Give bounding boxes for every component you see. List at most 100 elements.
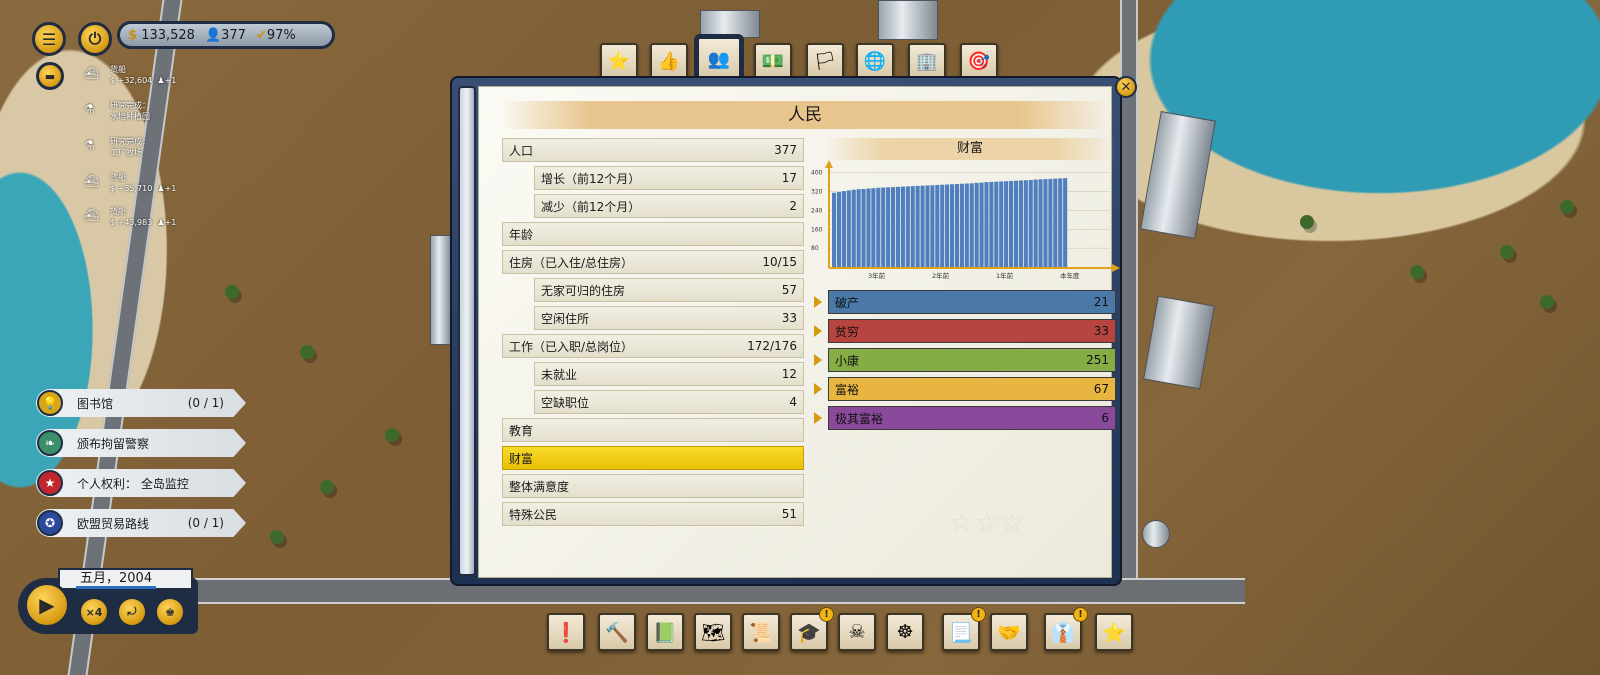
chart-ytick-label: 240 — [811, 207, 823, 214]
stat-row[interactable]: 未就业 12 — [534, 362, 804, 386]
stat-row[interactable]: 年龄 — [502, 222, 804, 246]
date-text: 五月，2004 — [80, 571, 153, 586]
stat-row[interactable]: 特殊公民 51 — [502, 502, 804, 526]
notification-toggle-button[interactable]: ▬ — [36, 62, 64, 90]
notification-item[interactable]: ⚗ 研究完成： 水培种植园 — [84, 100, 204, 122]
toolbar-messages-button[interactable]: 📃! — [942, 607, 986, 651]
notification-item[interactable]: ⛴ 货船 $ +43,983 ♟+1 — [84, 206, 204, 228]
stat-label: 未就业 — [541, 367, 578, 382]
toolbar-map-button[interactable]: 🗺 — [694, 613, 732, 651]
tab-buildings[interactable]: 🏢 — [908, 43, 946, 79]
wealth-chart: 80 160 240 320 400 3年前 2年前 1年前 本年度 — [811, 160, 1120, 280]
advisor-button[interactable]: ♚ — [154, 596, 186, 628]
stat-value: 10/15 — [762, 255, 797, 269]
menu-icon: ☰ — [41, 29, 57, 49]
population-stat: 👤377 — [205, 28, 246, 43]
stat-row[interactable]: 空缺职位 4 — [534, 390, 804, 414]
tab-foreign[interactable]: 🌐 — [856, 43, 894, 79]
stat-row[interactable]: 无家可归的住房 57 — [534, 278, 804, 302]
chart-xtick-label: 2年前 — [932, 271, 950, 280]
class-expand-icon[interactable] — [814, 383, 822, 395]
notification-title: 研究完成： — [110, 101, 150, 110]
class-expand-icon[interactable] — [814, 354, 822, 366]
class-expand-icon[interactable] — [814, 412, 822, 424]
stat-value: 33 — [781, 311, 797, 325]
toolbar-trade-button[interactable]: ☸ — [886, 613, 924, 651]
stat-row[interactable]: 工作（已入职/总岗位） 172/176 — [502, 334, 804, 358]
stat-row[interactable]: 人口 377 — [502, 138, 804, 162]
chart-bar — [969, 183, 974, 267]
scroll-icon: 📜 — [749, 621, 773, 644]
stat-row[interactable]: 教育 — [502, 418, 804, 442]
tab-nation[interactable]: 🏳 — [806, 43, 844, 79]
toolbar-palace-button[interactable]: ⭐ — [1095, 613, 1133, 651]
chart-bar — [1048, 178, 1053, 267]
stat-value: 4 — [789, 395, 797, 409]
chart-bar — [950, 184, 955, 267]
wealth-class-value: 251 — [1086, 353, 1109, 367]
toolbar-construction-button[interactable]: 🔨 — [598, 613, 636, 651]
toolbar-diplomacy-button[interactable]: 🤝 — [990, 613, 1028, 651]
toolbar-almanac-button[interactable]: 📗 — [646, 613, 684, 651]
toolbar-ministry-button[interactable]: 👔! — [1044, 607, 1088, 651]
stat-row[interactable]: 增长（前12个月） 17 — [534, 166, 804, 190]
chart-xtick-labels: 3年前 2年前 1年前 本年度 — [868, 271, 1080, 280]
close-button[interactable]: ✕ — [1115, 76, 1137, 98]
wealth-class-rich[interactable]: 富裕 67 — [828, 377, 1116, 401]
stat-row[interactable]: 减少（前12个月） 2 — [534, 194, 804, 218]
notification-detail: $ +35,710 — [110, 184, 153, 193]
objective-count: (0 / 1) — [187, 396, 224, 410]
tab-politics[interactable]: ⭐ — [600, 43, 638, 79]
flag-icon: 🏳 — [813, 50, 837, 72]
objective-library[interactable]: 💡 图书馆 (0 / 1) — [36, 389, 246, 417]
power-button[interactable]: ⏻ — [78, 22, 112, 56]
wealth-class-bankrupt[interactable]: 破产 21 — [828, 290, 1116, 314]
stat-row[interactable]: 整体满意度 — [502, 474, 804, 498]
tab-economy[interactable]: 💵 — [754, 43, 792, 79]
chart-bar — [1023, 180, 1028, 267]
class-expand-icon[interactable] — [814, 325, 822, 337]
wealth-class-very-rich[interactable]: 极其富裕 6 — [828, 406, 1116, 430]
toolbar-pirate-button[interactable]: ☠ — [838, 613, 876, 651]
chart-bar — [856, 189, 861, 267]
objective-surveillance[interactable]: ★ 个人权利： 全岛监控 — [36, 469, 246, 497]
objective-eu-trade[interactable]: ✪ 欧盟贸易路线 (0 / 1) — [36, 509, 246, 537]
stat-row-selected[interactable]: 财富 — [502, 446, 804, 470]
menu-button[interactable]: ☰ — [32, 22, 66, 56]
notification-item[interactable]: ⛴ 货船 $ +35,710 ♟+1 — [84, 172, 204, 194]
ship-icon: ⛴ — [84, 66, 100, 80]
toolbar-alerts-button[interactable]: ❗ — [547, 613, 585, 651]
wealth-class-poor[interactable]: 贫穷 33 — [828, 319, 1116, 343]
tab-factions[interactable]: 👍 — [650, 43, 688, 79]
stat-row[interactable]: 住房（已入住/总住房） 10/15 — [502, 250, 804, 274]
speed-button[interactable]: ×4 — [78, 596, 110, 628]
objective-police[interactable]: ❧ 颁布拘留警察 — [36, 429, 246, 457]
building-dome — [1142, 520, 1170, 548]
handshake-icon: 🤝 — [997, 621, 1021, 644]
class-expand-icon[interactable] — [814, 296, 822, 308]
rotate-camera-button[interactable]: ⤾ — [116, 596, 148, 628]
objective-count: (0 / 1) — [187, 516, 224, 530]
chart-bar — [954, 184, 960, 267]
stat-value: 17 — [781, 171, 797, 185]
approval-stat: ✔97% — [256, 28, 296, 43]
toolbar-edicts-button[interactable]: 📜 — [742, 613, 780, 651]
ship-icon: ⛴ — [84, 208, 100, 222]
rating-stars-icon: ☆☆☆ — [950, 508, 1026, 538]
wealth-class-middle[interactable]: 小康 251 — [828, 348, 1116, 372]
toolbar-research-button[interactable]: 🎓! — [790, 607, 834, 651]
stat-row[interactable]: 空闲住所 33 — [534, 306, 804, 330]
chart-xtick-label: 3年前 — [868, 271, 886, 280]
stat-label: 财富 — [509, 451, 534, 466]
book-icon: 📗 — [653, 621, 677, 644]
hammer-icon: 🔨 — [605, 621, 629, 644]
tab-targets[interactable]: 🎯 — [960, 43, 998, 79]
notification-item[interactable]: ⚗ 研究完成： 工厂牧场 — [84, 136, 204, 158]
chart-xtick-label: 1年前 — [996, 271, 1014, 280]
chart-bar — [836, 192, 842, 267]
notification-item[interactable]: ⛴ 货船 $ +32,604 ♟+1 — [84, 64, 204, 86]
notification-title: 货船 — [110, 65, 126, 74]
chart-y-arrow — [825, 160, 833, 168]
tab-people[interactable]: 👥 — [697, 37, 741, 81]
play-button[interactable]: ▶ — [24, 582, 70, 628]
